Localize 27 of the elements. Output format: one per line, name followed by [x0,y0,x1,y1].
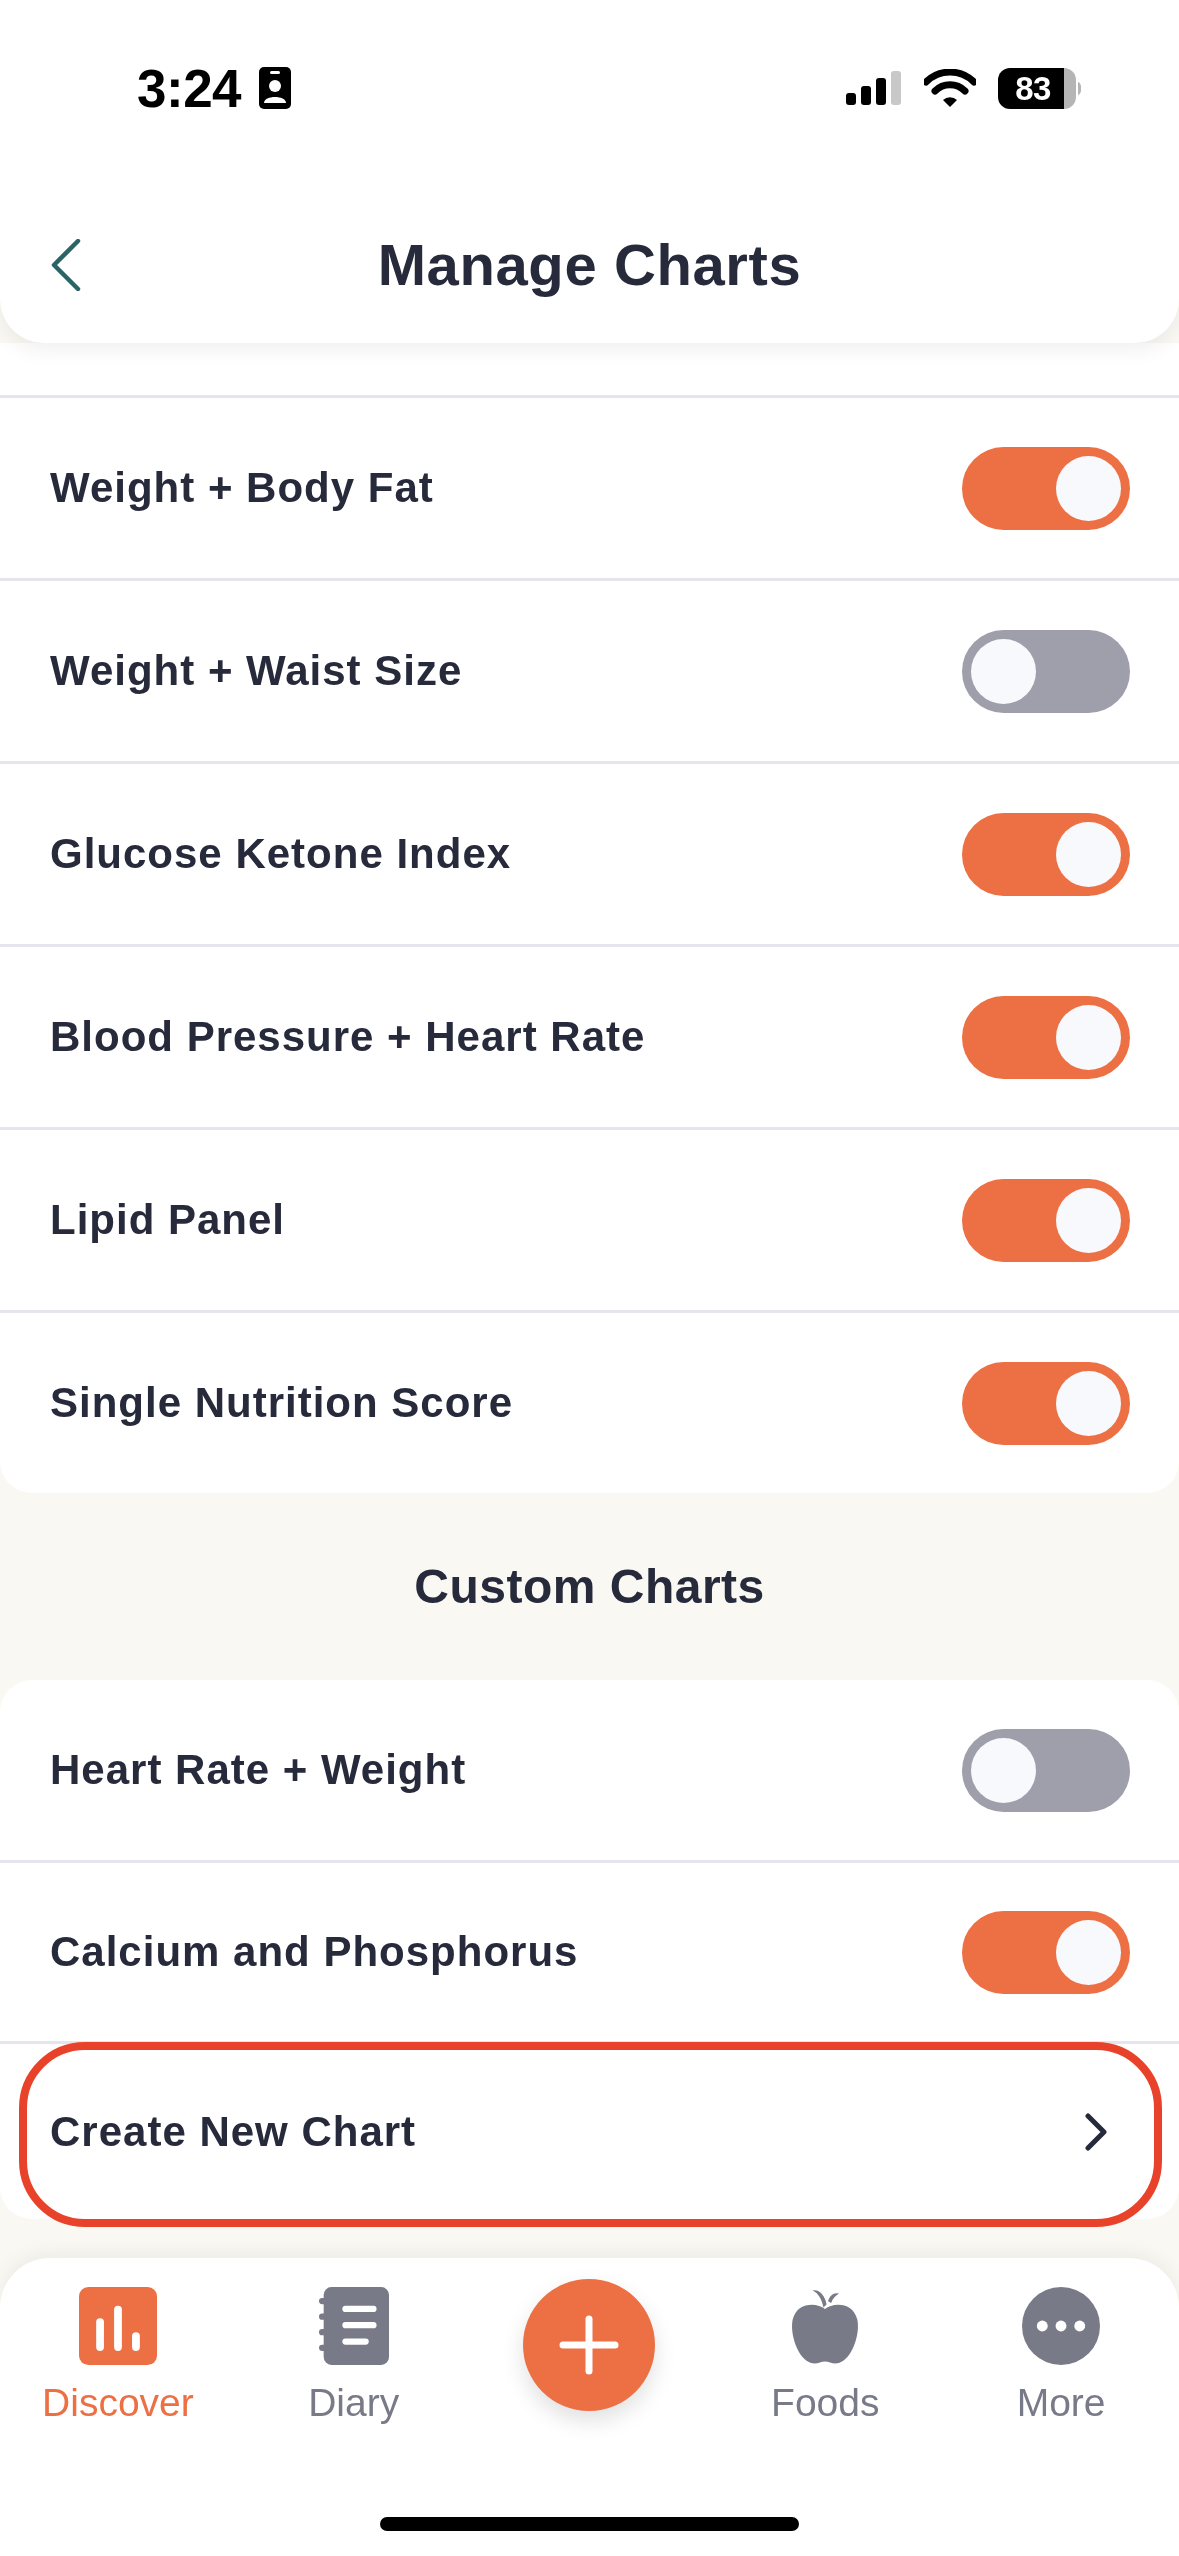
tab-button[interactable]: Foods [765,2279,886,2425]
signal-icon [846,71,902,105]
page-title: Manage Charts [377,231,802,298]
chart-label: Glucose Ketone Index [50,830,512,878]
chart-label: Heart Rate + Weight [50,1746,467,1794]
chart-label: Single Nutrition Score [50,1379,514,1427]
tab-button[interactable]: Diary [302,2279,406,2425]
more-icon [1022,2287,1101,2365]
tab-button[interactable]: Discover [36,2279,200,2425]
create-chart-button[interactable]: Create New Chart [0,2044,1179,2219]
chart-label: Calcium and Phosphorus [50,1928,579,1976]
section-title: Custom Charts [414,1559,765,1614]
chart-label: Blood Pressure + Heart Rate [50,1013,646,1061]
battery-end-icon [1064,67,1081,109]
chevron-right-icon [1085,2112,1107,2151]
id-badge-icon [259,67,292,109]
back-icon [51,238,81,291]
bar-chart-icon [78,2287,157,2365]
notebook-icon [318,2287,389,2365]
status-time: 3:24 [137,57,242,119]
chart-label: Weight + Body Fat [50,464,434,512]
chart-label: Weight + Waist Size [50,647,463,695]
battery-percentage: 83 [998,67,1064,109]
chart-label: Lipid Panel [50,1196,286,1244]
tab-button[interactable]: More [1010,2279,1112,2425]
plus-icon [559,2315,620,2375]
wifi-icon [924,69,976,107]
